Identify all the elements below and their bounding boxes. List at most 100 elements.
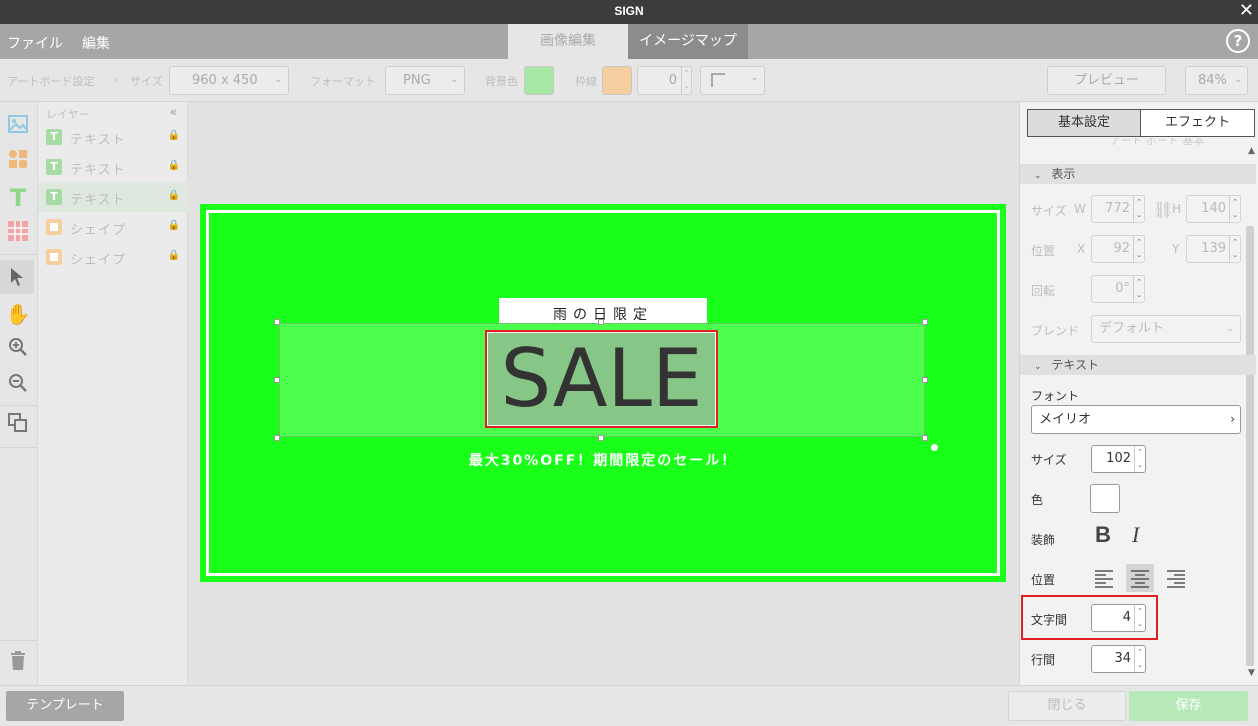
- align-right-icon[interactable]: [1164, 566, 1188, 590]
- height-label: H: [1172, 202, 1182, 216]
- stepper-icon[interactable]: ⌃ ⌄: [1133, 276, 1144, 302]
- menu-edit[interactable]: 編集: [82, 33, 110, 53]
- layer-item-selected[interactable]: T テキスト 🔒: [38, 182, 188, 212]
- align-left-icon[interactable]: [1092, 566, 1116, 590]
- resize-handle[interactable]: [922, 319, 928, 325]
- width-input[interactable]: 772 ⌃ ⌄: [1091, 195, 1145, 223]
- resize-handle[interactable]: [598, 435, 604, 441]
- layer-label: シェイプ: [70, 223, 127, 238]
- text-layer-icon: T: [46, 159, 62, 175]
- stepper-icon[interactable]: ⌃ ⌄: [1229, 196, 1240, 222]
- zoom-out-icon[interactable]: [4, 372, 32, 400]
- scrollbar-thumb[interactable]: [1246, 226, 1254, 666]
- resize-handle[interactable]: [922, 377, 928, 383]
- stepper-icon[interactable]: ⌃ ⌄: [1133, 236, 1144, 262]
- close-icon[interactable]: ✕: [1239, 1, 1254, 21]
- zoom-in-icon[interactable]: [4, 336, 32, 364]
- border-width-input[interactable]: 0 ⌃ ⌄: [637, 66, 692, 95]
- line-height-input[interactable]: 34 ⌃ ⌄: [1091, 645, 1146, 673]
- menu-file[interactable]: ファイル: [7, 33, 63, 53]
- tab-image-edit[interactable]: 画像編集: [508, 24, 628, 59]
- bold-icon[interactable]: B: [1095, 522, 1111, 548]
- x-value: 92: [1113, 241, 1130, 256]
- template-button[interactable]: テンプレート: [6, 691, 124, 721]
- size-select[interactable]: 960 x 450 ⌄: [169, 66, 289, 95]
- stepper-icon[interactable]: ⌃ ⌄: [1134, 446, 1145, 472]
- tab-basic-settings[interactable]: 基本設定: [1027, 109, 1141, 137]
- save-button[interactable]: 保存: [1129, 691, 1248, 721]
- scroll-up-icon[interactable]: ▲: [1248, 146, 1255, 156]
- align-center-icon[interactable]: [1126, 564, 1154, 592]
- border-style-select[interactable]: ⌄: [700, 66, 765, 95]
- image-icon[interactable]: [4, 112, 32, 140]
- rotate-input[interactable]: 0° ⌃ ⌄: [1091, 275, 1145, 303]
- zoom-select[interactable]: 84% ⌄: [1185, 66, 1248, 95]
- scroll-down-icon[interactable]: ▼: [1248, 668, 1255, 678]
- layer-item[interactable]: T テキスト 🔒: [38, 152, 188, 182]
- arrange-icon[interactable]: [4, 412, 32, 440]
- tab-image-map[interactable]: イメージマップ: [628, 24, 748, 59]
- lock-icon[interactable]: 🔒: [168, 160, 180, 171]
- tab-effect[interactable]: エフェクト: [1141, 109, 1255, 137]
- font-select[interactable]: メイリオ ›: [1031, 405, 1241, 434]
- height-input[interactable]: 140 ⌃ ⌄: [1186, 195, 1241, 223]
- stepper-icon[interactable]: ⌃ ⌄: [1134, 646, 1145, 672]
- display-section-title: 表示: [1051, 167, 1076, 181]
- close-button[interactable]: 閉じる: [1008, 691, 1126, 721]
- lock-icon[interactable]: 🔒: [168, 250, 180, 261]
- trash-icon[interactable]: [4, 650, 32, 678]
- artboard[interactable]: 雨の日限定 SALE 最大30%OFF！期間限定のセール！: [200, 204, 1006, 582]
- layer-item[interactable]: T テキスト 🔒: [38, 122, 188, 152]
- blend-select[interactable]: デフォルト ⌄: [1091, 315, 1241, 343]
- letter-spacing-value: 4: [1122, 610, 1131, 625]
- chevron-down-icon: ⌄: [1034, 362, 1042, 372]
- display-section-header[interactable]: ⌄ 表示: [1020, 164, 1256, 184]
- help-icon[interactable]: ?: [1226, 29, 1250, 53]
- border-color-swatch[interactable]: [602, 66, 632, 95]
- select-arrow-icon[interactable]: [0, 260, 34, 294]
- stepper-icon[interactable]: ⌃ ⌄: [1133, 196, 1144, 222]
- text-section-header[interactable]: ⌄ テキスト: [1020, 355, 1256, 375]
- chevron-down-icon: ⌄: [1226, 324, 1234, 334]
- bg-color-swatch[interactable]: [524, 66, 554, 95]
- resize-handle[interactable]: [922, 435, 928, 441]
- decoration-label: 装飾: [1031, 533, 1056, 547]
- resize-handle[interactable]: [598, 319, 604, 325]
- layer-item[interactable]: シェイプ 🔒: [38, 242, 188, 272]
- stepper-icon[interactable]: ⌃ ⌄: [1134, 605, 1145, 631]
- hand-icon[interactable]: ✋: [4, 300, 32, 328]
- stepper-icon[interactable]: ⌃ ⌄: [1229, 236, 1240, 262]
- app-title: SIGN: [614, 4, 644, 18]
- resize-handle[interactable]: [274, 319, 280, 325]
- x-input[interactable]: 92 ⌃ ⌄: [1091, 235, 1145, 263]
- layer-item[interactable]: シェイプ 🔒: [38, 212, 188, 242]
- menu-bar: ファイル 編集 画像編集 イメージマップ ?: [0, 24, 1258, 59]
- resize-handle[interactable]: [274, 435, 280, 441]
- zoom-value: 84%: [1198, 73, 1227, 88]
- text-color-swatch[interactable]: [1090, 484, 1120, 513]
- divider: [0, 254, 37, 255]
- font-label: フォント: [1031, 389, 1080, 403]
- format-select[interactable]: PNG ⌄: [385, 66, 465, 95]
- lock-icon[interactable]: 🔒: [168, 130, 180, 141]
- shapes-icon[interactable]: [4, 148, 32, 176]
- line-height-label: 行間: [1031, 653, 1056, 667]
- y-label: Y: [1172, 242, 1180, 256]
- link-icon[interactable]: ⛓: [1153, 200, 1173, 219]
- lock-icon[interactable]: 🔒: [168, 220, 180, 231]
- resize-handle[interactable]: [274, 377, 280, 383]
- lock-icon[interactable]: 🔒: [168, 190, 180, 201]
- y-input[interactable]: 139 ⌃ ⌄: [1186, 235, 1241, 263]
- collapse-icon[interactable]: «: [170, 105, 177, 119]
- preview-button[interactable]: プレビュー: [1047, 66, 1166, 95]
- table-icon[interactable]: [4, 220, 32, 248]
- stepper-icon[interactable]: ⌃ ⌄: [681, 67, 691, 94]
- chevron-right-icon: ›: [114, 73, 119, 86]
- text-tool-icon[interactable]: T: [4, 184, 32, 212]
- properties-panel: 基本設定 エフェクト アート ボード 基本 ▲ ⌄ 表示 サイズ W 772 ⌃ ⌄…: [1019, 102, 1258, 685]
- text-layer-icon: T: [46, 129, 62, 145]
- font-size-input[interactable]: 102 ⌃ ⌄: [1091, 445, 1146, 473]
- caption-text[interactable]: 最大30%OFF！期間限定のセール！: [200, 450, 1006, 470]
- italic-icon[interactable]: I: [1132, 522, 1139, 548]
- letter-spacing-input[interactable]: 4 ⌃ ⌄: [1091, 604, 1146, 632]
